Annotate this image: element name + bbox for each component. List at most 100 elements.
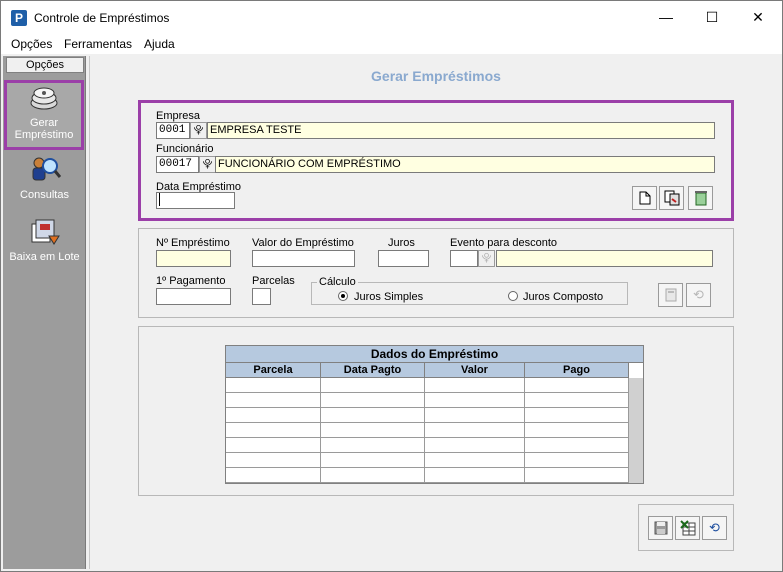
table-cell[interactable] bbox=[321, 393, 425, 408]
menu-ferramentas[interactable]: Ferramentas bbox=[64, 37, 132, 51]
sidebar-item-consultas[interactable]: Consultas bbox=[3, 154, 86, 204]
parcelas-field[interactable] bbox=[252, 288, 271, 305]
calculator-icon bbox=[665, 288, 676, 302]
juros-simples-radio[interactable] bbox=[338, 291, 348, 301]
app-window: P Controle de Empréstimos — ☐ ✕ Opções F… bbox=[0, 0, 783, 572]
recycle-bin-icon bbox=[694, 191, 707, 206]
primeiro-pagamento-field[interactable] bbox=[156, 288, 231, 305]
sidebar-item-label: Consultas bbox=[20, 189, 69, 201]
evento-desconto-label: Evento para desconto bbox=[450, 237, 558, 249]
table-cell[interactable] bbox=[425, 378, 525, 393]
magnifier-people-icon bbox=[32, 157, 61, 181]
table-cell[interactable] bbox=[425, 468, 525, 483]
evento-lookup-button[interactable]: ⯓ bbox=[478, 250, 495, 267]
cancel-grid-icon bbox=[679, 520, 695, 536]
column-header-pago[interactable]: Pago bbox=[525, 363, 629, 378]
download-arrow-icon: ⯓ bbox=[202, 159, 213, 170]
window-title: Controle de Empréstimos bbox=[34, 11, 170, 25]
table-cell[interactable] bbox=[226, 468, 321, 483]
numero-emprestimo-label: Nº Empréstimo bbox=[156, 237, 230, 249]
juros-label: Juros bbox=[388, 237, 415, 249]
table-cell[interactable] bbox=[226, 453, 321, 468]
batch-file-icon bbox=[31, 219, 60, 245]
column-header-data-pagto[interactable]: Data Pagto bbox=[321, 363, 425, 378]
new-button[interactable] bbox=[632, 186, 657, 210]
menu-ajuda[interactable]: Ajuda bbox=[144, 37, 175, 51]
table-cell[interactable] bbox=[321, 378, 425, 393]
column-header-valor[interactable]: Valor bbox=[425, 363, 525, 378]
download-arrow-icon: ⯓ bbox=[193, 125, 204, 136]
calculo-legend: Cálculo bbox=[317, 276, 358, 288]
minimize-button[interactable]: — bbox=[643, 1, 689, 34]
juros-simples-label[interactable]: Juros Simples bbox=[354, 291, 423, 303]
valor-emprestimo-field[interactable] bbox=[252, 250, 355, 267]
juros-composto-label[interactable]: Juros Composto bbox=[523, 291, 603, 303]
table-cell[interactable] bbox=[226, 378, 321, 393]
delete-button[interactable] bbox=[688, 186, 713, 210]
table-cell[interactable] bbox=[425, 438, 525, 453]
funcionario-name-field[interactable]: FUNCIONÁRIO COM EMPRÉSTIMO bbox=[215, 156, 715, 173]
table-cell[interactable] bbox=[425, 453, 525, 468]
table-cell[interactable] bbox=[321, 453, 425, 468]
table-cell[interactable] bbox=[525, 423, 629, 438]
funcionario-code-field[interactable]: 00017 bbox=[156, 156, 199, 173]
data-emprestimo-field[interactable] bbox=[156, 192, 235, 209]
menu-bar: Opções Ferramentas Ajuda bbox=[1, 34, 782, 54]
sidebar-item-label: Gerar Empréstimo bbox=[14, 117, 74, 141]
undo-icon: ⟲ bbox=[709, 520, 720, 535]
table-cell[interactable] bbox=[226, 408, 321, 423]
table-cell[interactable] bbox=[525, 468, 629, 483]
juros-composto-radio[interactable] bbox=[508, 291, 518, 301]
installments-table: Dados do Empréstimo Parcela Data Pagto V… bbox=[225, 345, 644, 484]
column-header-parcela[interactable]: Parcela bbox=[226, 363, 321, 378]
cancel-edit-button[interactable] bbox=[675, 516, 700, 540]
empresa-name-field[interactable]: EMPRESA TESTE bbox=[207, 122, 715, 139]
table-cell[interactable] bbox=[525, 408, 629, 423]
table-cell[interactable] bbox=[525, 378, 629, 393]
table-cell[interactable] bbox=[321, 423, 425, 438]
table-cell[interactable] bbox=[525, 393, 629, 408]
undo-button[interactable]: ⟲ bbox=[702, 516, 727, 540]
table-cell[interactable] bbox=[321, 438, 425, 453]
copy-button[interactable] bbox=[659, 186, 684, 210]
numero-emprestimo-field[interactable] bbox=[156, 250, 231, 267]
new-document-icon bbox=[639, 191, 650, 205]
table-cell[interactable] bbox=[226, 438, 321, 453]
table-cell[interactable] bbox=[525, 453, 629, 468]
funcionario-lookup-button[interactable]: ⯓ bbox=[199, 156, 216, 173]
evento-code-field[interactable] bbox=[450, 250, 478, 267]
close-button[interactable]: ✕ bbox=[735, 1, 781, 34]
sidebar-item-gerar-emprestimo[interactable]: Gerar Empréstimo bbox=[4, 80, 84, 150]
empresa-code-field[interactable]: 0001 bbox=[156, 122, 190, 139]
juros-field[interactable] bbox=[378, 250, 429, 267]
sidebar-item-baixa-em-lote[interactable]: Baixa em Lote bbox=[3, 216, 86, 266]
parcelas-label: Parcelas bbox=[252, 275, 295, 287]
maximize-button[interactable]: ☐ bbox=[689, 1, 735, 34]
undo-icon: ⟲ bbox=[693, 287, 704, 302]
disks-icon bbox=[30, 87, 58, 110]
evento-name-field[interactable] bbox=[496, 250, 713, 267]
table-cell[interactable] bbox=[425, 393, 525, 408]
table-cell[interactable] bbox=[425, 423, 525, 438]
table-cell[interactable] bbox=[226, 393, 321, 408]
sidebar-item-label: Baixa em Lote bbox=[9, 251, 80, 263]
table-cell[interactable] bbox=[321, 468, 425, 483]
table-scrollbar[interactable] bbox=[629, 378, 643, 483]
title-bar: P Controle de Empréstimos — ☐ ✕ bbox=[1, 1, 782, 34]
floppy-disk-icon bbox=[654, 521, 667, 535]
primeiro-pagamento-label: 1º Pagamento bbox=[156, 275, 226, 287]
empresa-label: Empresa bbox=[156, 110, 201, 122]
sidebar-header[interactable]: Opções bbox=[6, 57, 84, 73]
table-cell[interactable] bbox=[321, 408, 425, 423]
empresa-lookup-button[interactable]: ⯓ bbox=[190, 122, 207, 139]
table-cell[interactable] bbox=[425, 408, 525, 423]
save-button[interactable] bbox=[648, 516, 673, 540]
page-title: Gerar Empréstimos bbox=[371, 68, 501, 84]
calculate-button[interactable] bbox=[658, 283, 683, 307]
table-cell[interactable] bbox=[226, 423, 321, 438]
funcionario-label: Funcionário bbox=[156, 143, 214, 155]
undo-calc-button[interactable]: ⟲ bbox=[686, 283, 711, 307]
copy-icon bbox=[664, 190, 679, 206]
menu-opcoes[interactable]: Opções bbox=[11, 37, 52, 51]
table-cell[interactable] bbox=[525, 438, 629, 453]
